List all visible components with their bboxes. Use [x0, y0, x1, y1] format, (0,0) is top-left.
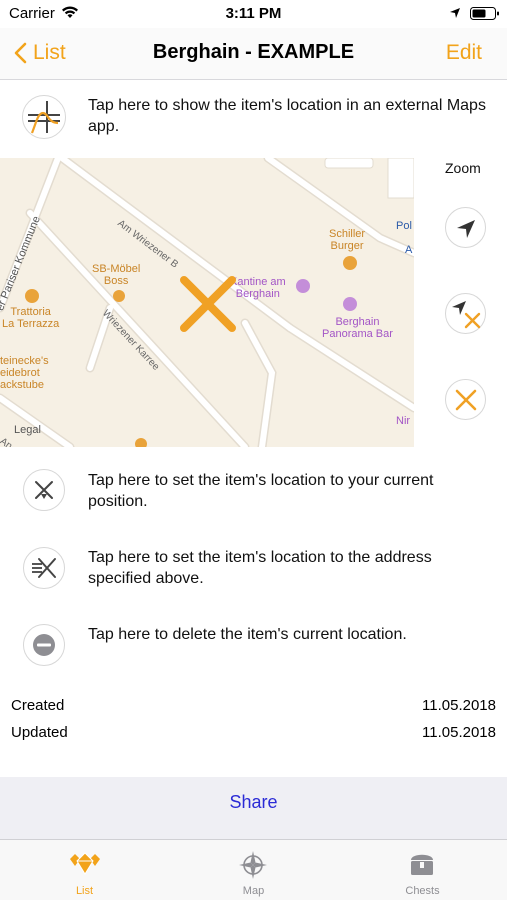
set-current-position-button[interactable]: [23, 469, 65, 511]
share-button[interactable]: Share: [0, 777, 507, 827]
map-poi-bar-icon: [343, 297, 357, 311]
location-arrow-icon: [449, 6, 461, 24]
compass-icon: [239, 851, 267, 879]
zoom-label: Zoom: [445, 160, 481, 176]
external-maps-button[interactable]: [22, 95, 66, 139]
delete-location-text[interactable]: Tap here to delete the item's current lo…: [88, 624, 493, 645]
marker-icon: [455, 389, 476, 410]
map-poi-label: teinecke's eidebrot ackstube: [0, 355, 49, 391]
map-edge-label: A: [405, 244, 413, 256]
map-poi-label: SB-Möbel Boss: [92, 263, 141, 287]
updated-value: 11.05.2018: [422, 724, 496, 741]
created-label: Created: [11, 697, 65, 714]
tab-map[interactable]: Map: [169, 840, 338, 900]
created-value: 11.05.2018: [422, 697, 496, 714]
map-edge-label: Pol: [396, 220, 412, 232]
map-poi-shop-icon: [135, 438, 147, 447]
zoom-to-marker-button[interactable]: [445, 379, 486, 420]
status-bar: Carrier 3:11 PM: [0, 0, 507, 28]
location-arrow-icon: [456, 219, 475, 238]
zoom-to-both-button[interactable]: [445, 293, 486, 334]
battery-icon: [470, 6, 500, 21]
share-section: Share: [0, 777, 507, 839]
delete-location-button[interactable]: [23, 624, 65, 666]
address-text[interactable]: Tap here to set the item's location to t…: [88, 547, 493, 589]
set-address-location-button[interactable]: [23, 547, 65, 589]
external-maps-text[interactable]: Tap here to show the item's location in …: [88, 95, 493, 137]
map-poi-label: Trattoria La Terrazza: [2, 306, 60, 330]
map-edge-label: Nir: [396, 415, 411, 427]
tab-list-label: List: [75, 885, 94, 897]
tab-bar: List Map Chests: [0, 839, 507, 900]
map-poi-shop-icon: [113, 290, 125, 302]
chest-icon: [411, 854, 433, 875]
page-title: Berghain - EXAMPLE: [152, 41, 355, 63]
zoom-to-user-button[interactable]: [445, 207, 486, 248]
location-marker-icon: [180, 276, 236, 332]
diamonds-icon: [70, 852, 100, 875]
map-legal-link[interactable]: Legal: [14, 424, 41, 436]
map-poi-label: Berghain Panorama Bar: [322, 316, 393, 340]
tab-list[interactable]: List: [0, 840, 169, 900]
updated-label: Updated: [11, 724, 68, 741]
map-poi-label: Kantine am Berghain: [230, 276, 286, 300]
minus-circle-icon: [33, 634, 55, 656]
map-poi-restaurant-icon: [343, 256, 357, 270]
map-poi-music-icon: [296, 279, 310, 293]
map-poi-restaurant-icon: [25, 289, 39, 303]
navigation-bar: List Berghain - EXAMPLE Edit: [0, 28, 507, 80]
map-poi-label: Schiller Burger: [329, 228, 366, 252]
location-map[interactable]: er Pariser Kommune Am Wriezener B Wrieze…: [0, 158, 414, 447]
tab-map-label: Map: [242, 885, 265, 897]
edit-button[interactable]: Edit: [446, 41, 482, 65]
arrow-and-marker-icon: [451, 300, 480, 328]
crosshair-marker-icon: [35, 481, 53, 499]
map-route-icon: [28, 101, 60, 134]
tab-chests-label: Chests: [405, 885, 440, 897]
address-marker-icon: [32, 558, 56, 578]
tab-chests[interactable]: Chests: [338, 840, 507, 900]
clock: 3:11 PM: [225, 5, 282, 22]
current-position-text[interactable]: Tap here to set the item's location to y…: [88, 470, 493, 512]
